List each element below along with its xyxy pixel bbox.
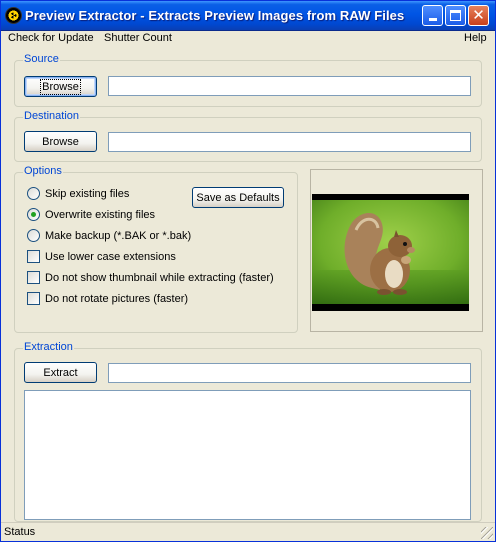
radio-make-backup[interactable]: Make backup (*.BAK or *.bak) bbox=[27, 229, 191, 242]
menu-bar: Check for Update Shutter Count Help bbox=[1, 31, 495, 47]
check-no-thumbnail[interactable]: Do not show thumbnail while extracting (… bbox=[27, 271, 274, 284]
maximize-icon bbox=[450, 10, 461, 21]
options-label: Options bbox=[23, 165, 63, 177]
save-defaults-label: Save as Defaults bbox=[196, 191, 280, 204]
check-lower-case-label: Use lower case extensions bbox=[45, 250, 176, 263]
destination-browse-label: Browse bbox=[42, 135, 79, 148]
source-path-input[interactable] bbox=[108, 76, 471, 96]
close-button[interactable]: ✕ bbox=[468, 5, 489, 26]
source-browse-button[interactable]: Browse bbox=[24, 76, 97, 97]
check-no-rotate-label: Do not rotate pictures (faster) bbox=[45, 292, 189, 305]
menu-shutter-count[interactable]: Shutter Count bbox=[104, 32, 172, 44]
status-text: Status bbox=[4, 526, 36, 538]
checkbox[interactable] bbox=[27, 250, 40, 263]
close-icon: ✕ bbox=[472, 6, 485, 24]
check-no-thumbnail-label: Do not show thumbnail while extracting (… bbox=[45, 271, 274, 284]
radio-skip-existing[interactable]: Skip existing files bbox=[27, 187, 129, 200]
radio-skip-label: Skip existing files bbox=[45, 187, 130, 200]
minimize-icon bbox=[428, 18, 437, 21]
extract-button[interactable]: Extract bbox=[24, 362, 97, 383]
destination-path-input[interactable] bbox=[108, 132, 471, 152]
minimize-button[interactable] bbox=[422, 5, 443, 26]
radio-button[interactable] bbox=[27, 229, 40, 242]
window-title: Preview Extractor - Extracts Preview Ima… bbox=[25, 8, 405, 23]
source-label: Source bbox=[23, 53, 60, 65]
main-window: Preview Extractor - Extracts Preview Ima… bbox=[0, 0, 496, 542]
radio-backup-label: Make backup (*.BAK or *.bak) bbox=[45, 229, 192, 242]
radio-button-selected[interactable] bbox=[27, 208, 40, 221]
checkbox[interactable] bbox=[27, 292, 40, 305]
radio-button[interactable] bbox=[27, 187, 40, 200]
check-lower-case[interactable]: Use lower case extensions bbox=[27, 250, 176, 263]
extraction-label: Extraction bbox=[23, 341, 74, 353]
extract-label: Extract bbox=[43, 366, 78, 379]
save-defaults-button[interactable]: Save as Defaults bbox=[192, 187, 284, 208]
status-bar: Status bbox=[1, 522, 495, 541]
preview-frame bbox=[312, 194, 469, 311]
maximize-button[interactable] bbox=[445, 5, 466, 26]
radio-overwrite-existing[interactable]: Overwrite existing files bbox=[27, 208, 155, 221]
app-icon[interactable] bbox=[5, 7, 22, 24]
menu-help[interactable]: Help bbox=[464, 32, 487, 44]
source-browse-label: Browse bbox=[40, 78, 81, 95]
title-bar[interactable]: Preview Extractor - Extracts Preview Ima… bbox=[1, 1, 495, 31]
preview-panel bbox=[310, 169, 483, 332]
destination-browse-button[interactable]: Browse bbox=[24, 131, 97, 152]
extraction-log[interactable] bbox=[24, 390, 471, 520]
check-no-rotate[interactable]: Do not rotate pictures (faster) bbox=[27, 292, 188, 305]
resize-grip-icon[interactable] bbox=[481, 527, 493, 539]
menu-check-update[interactable]: Check for Update bbox=[8, 32, 94, 44]
checkbox[interactable] bbox=[27, 271, 40, 284]
extraction-progress-field bbox=[108, 363, 471, 383]
squirrel-thumbnail bbox=[312, 200, 469, 304]
destination-label: Destination bbox=[23, 110, 81, 122]
radio-overwrite-label: Overwrite existing files bbox=[45, 208, 156, 221]
